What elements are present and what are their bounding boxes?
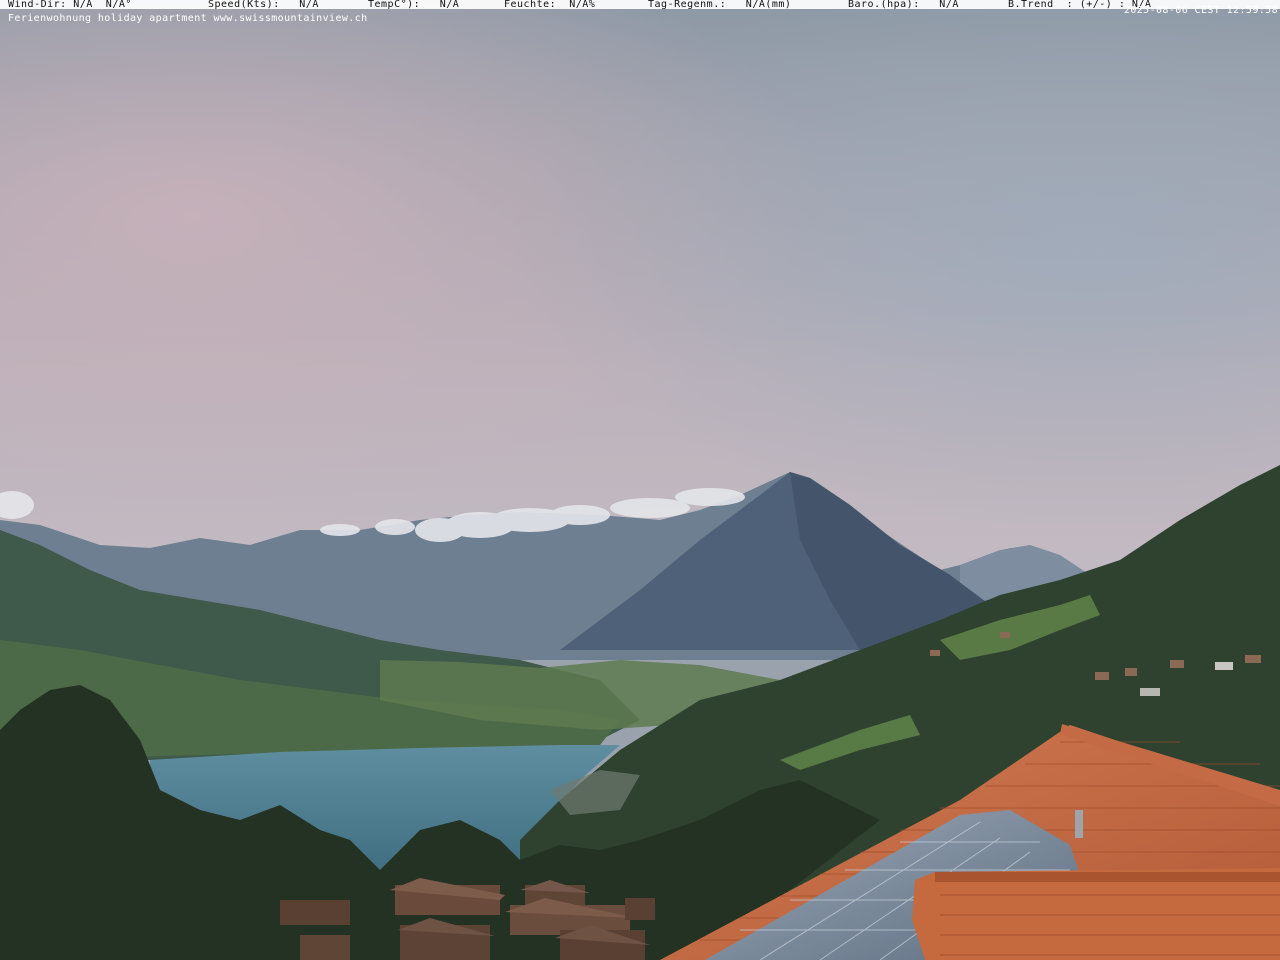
temperature-readout: TempC°): N/A	[368, 0, 460, 10]
webcam-frame: Wind-Dir: N/A N/A° Speed(Kts): N/A TempC…	[0, 0, 1280, 960]
roof-vent-pipe	[1075, 810, 1083, 838]
webcam-timestamp: 2025-08-06 CEST 12:59:58	[1123, 5, 1278, 16]
humidity-readout: Feuchte: N/A%	[504, 0, 596, 10]
wind-direction-readout: Wind-Dir: N/A N/A°	[8, 0, 132, 10]
webcam-landscape-image	[0, 0, 1280, 960]
rain-readout: Tag-Regenm.: N/A(mm)	[648, 0, 792, 10]
wind-speed-readout: Speed(Kts): N/A	[208, 0, 319, 10]
weather-info-bar: Wind-Dir: N/A N/A° Speed(Kts): N/A TempC…	[0, 0, 1280, 10]
barometer-readout: Baro.(hpa): N/A	[848, 0, 959, 10]
webcam-caption: Ferienwohnung holiday apartment www.swis…	[8, 13, 368, 24]
lower-roof-edge	[935, 872, 1280, 882]
